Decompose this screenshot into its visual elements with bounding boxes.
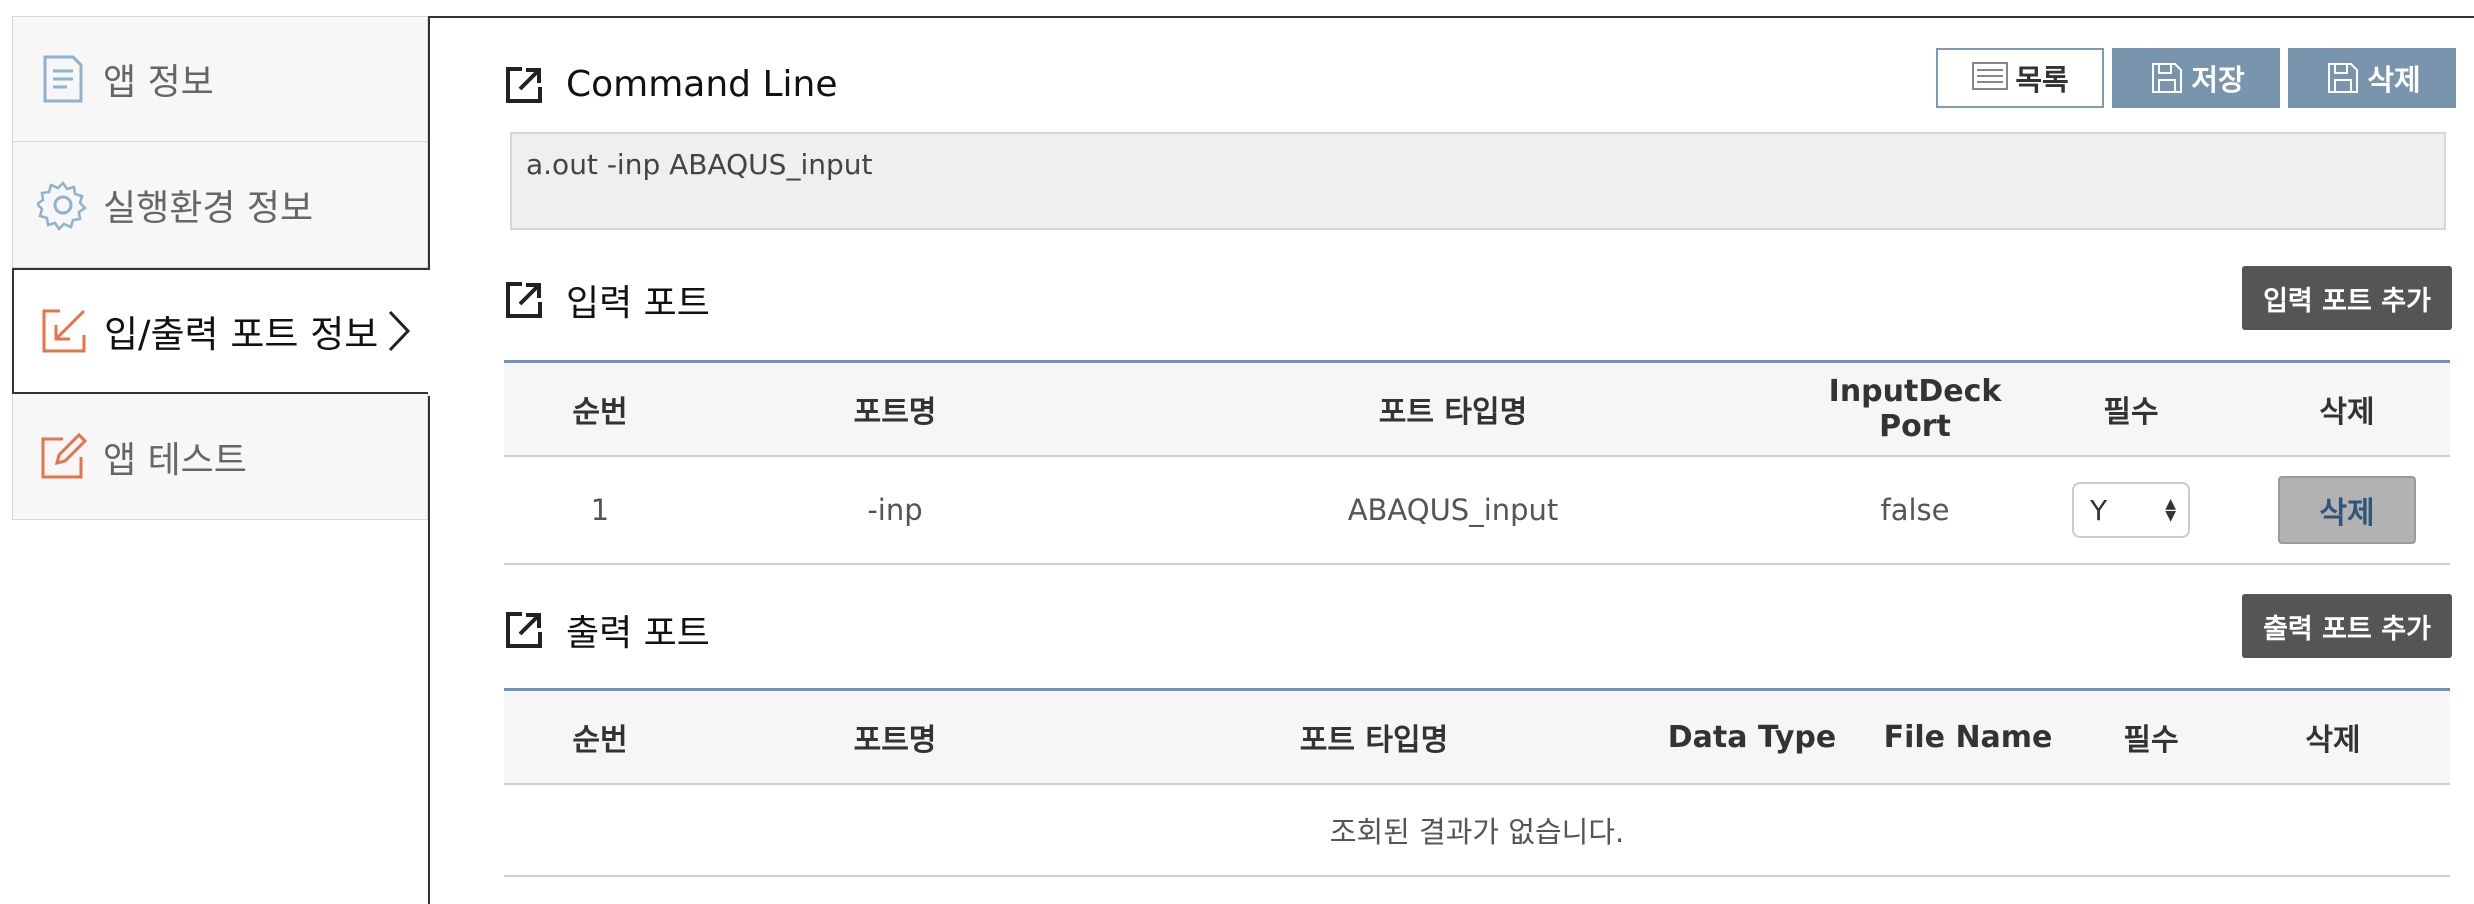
input-ports-table: 순번 포트명 포트 타입명 InputDeck Port 필수 삭제 1 -in… [504, 360, 2450, 565]
command-line-title: Command Line [504, 64, 838, 105]
list-icon [1971, 61, 2009, 95]
document-icon [35, 51, 91, 107]
chevron-right-icon [384, 306, 414, 365]
active-tab-gap [428, 270, 431, 396]
inputdeck-port: false [1812, 456, 2018, 565]
table-row: 1 -inp ABAQUS_input false Y ▲ ▼ 삭제 [504, 456, 2450, 565]
input-ports-title: 입력 포트 [504, 274, 710, 326]
column-header: File Name [1850, 688, 2086, 785]
sidebar: 앱 정보 실행환경 정보 입/출력 포트 정보 앱 테스트 [12, 16, 430, 520]
port-type-name: ABAQUS_input [1094, 456, 1812, 565]
column-header: 삭제 [2244, 360, 2450, 457]
column-header: 순번 [504, 688, 696, 785]
delete-cell: 삭제 [2244, 456, 2450, 565]
column-header: 포트명 [696, 360, 1094, 457]
toolbar: 목록 저장 삭제 [1936, 48, 2456, 108]
sidebar-item-label: 실행환경 정보 [103, 187, 314, 229]
table-header-row: 순번 포트명 포트 타입명 InputDeck Port 필수 삭제 [504, 360, 2450, 457]
external-link-icon [504, 280, 544, 320]
main-content: Command Line 목록 저장 삭제 a.out -inp ABAQUS_… [430, 18, 2474, 904]
column-header: 순번 [504, 360, 696, 457]
save-icon [2323, 61, 2361, 95]
sidebar-item-runtime-info[interactable]: 실행환경 정보 [12, 142, 428, 268]
sidebar-item-label: 앱 테스트 [103, 439, 247, 481]
sidebar-item-app-test[interactable]: 앱 테스트 [12, 394, 428, 520]
output-ports-title: 출력 포트 [504, 604, 710, 656]
sidebar-item-app-info[interactable]: 앱 정보 [12, 16, 428, 142]
column-header: 포트 타입명 [1094, 688, 1654, 785]
edit-icon [35, 429, 91, 485]
select-arrows-icon: ▲ ▼ [2165, 496, 2176, 524]
import-icon [36, 303, 92, 359]
column-header: 필수 [2086, 688, 2216, 785]
table-header-row: 순번 포트명 포트 타입명 Data Type File Name 필수 삭제 [504, 688, 2450, 785]
table-row: 조회된 결과가 없습니다. [504, 784, 2450, 877]
delete-row-button[interactable]: 삭제 [2278, 476, 2416, 544]
save-icon [2147, 61, 2185, 95]
output-ports-table: 순번 포트명 포트 타입명 Data Type File Name 필수 삭제 … [504, 688, 2450, 877]
sidebar-item-label: 앱 정보 [103, 62, 214, 103]
sidebar-item-label: 입/출력 포트 정보 [104, 313, 379, 356]
add-output-port-button[interactable]: 출력 포트 추가 [2242, 594, 2452, 658]
column-header: 포트 타입명 [1094, 360, 1812, 457]
required-cell: Y ▲ ▼ [2018, 456, 2244, 565]
add-input-port-button[interactable]: 입력 포트 추가 [2242, 266, 2452, 330]
command-line-field[interactable]: a.out -inp ABAQUS_input [510, 132, 2446, 230]
external-link-icon [504, 610, 544, 650]
required-select[interactable]: Y ▲ ▼ [2072, 482, 2190, 538]
row-number: 1 [504, 456, 696, 565]
save-button[interactable]: 저장 [2112, 48, 2280, 108]
delete-button[interactable]: 삭제 [2288, 48, 2456, 108]
empty-message: 조회된 결과가 없습니다. [504, 784, 2450, 877]
column-header: 필수 [2018, 360, 2244, 457]
port-name: -inp [696, 456, 1094, 565]
list-button[interactable]: 목록 [1936, 48, 2104, 108]
column-header: InputDeck Port [1812, 360, 2018, 457]
column-header: 삭제 [2216, 688, 2450, 785]
gear-icon [35, 177, 91, 233]
sidebar-item-io-port-info[interactable]: 입/출력 포트 정보 [12, 268, 430, 394]
column-header: 포트명 [696, 688, 1094, 785]
column-header: Data Type [1654, 688, 1850, 785]
external-link-icon [504, 65, 544, 105]
